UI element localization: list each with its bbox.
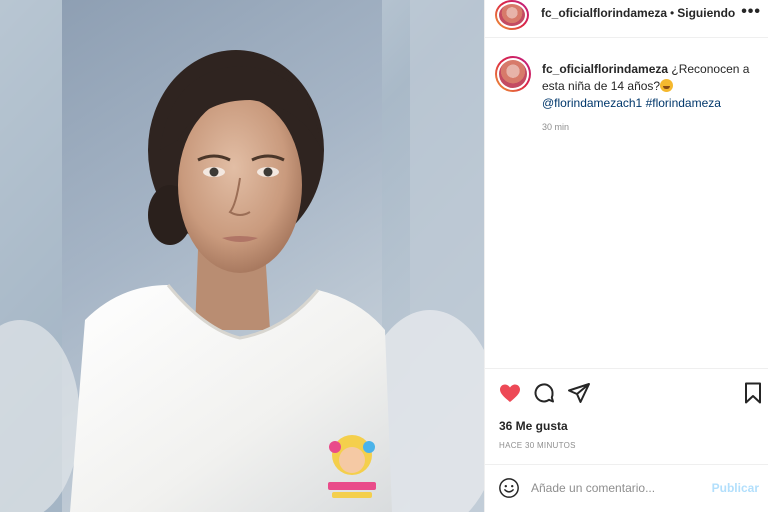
likes-count[interactable]: 36 Me gusta bbox=[499, 419, 568, 433]
mention-link[interactable]: @florindamezach1 bbox=[542, 96, 642, 110]
emoji-icon[interactable] bbox=[498, 477, 520, 499]
smiling-emoji-icon bbox=[660, 79, 674, 92]
caption-time: 30 min bbox=[542, 122, 570, 132]
post-header: fc_oficialflorindameza • Siguiendo ••• bbox=[485, 0, 768, 38]
portrait-photo bbox=[0, 0, 484, 512]
avatar[interactable] bbox=[495, 0, 529, 30]
header-text: fc_oficialflorindameza • Siguiendo bbox=[541, 6, 735, 20]
heart-icon[interactable] bbox=[498, 381, 522, 405]
caption-text: fc_oficialflorindameza ¿Reconocen a esta… bbox=[542, 61, 757, 112]
post-sidebar: fc_oficialflorindameza • Siguiendo ••• fc_… bbox=[484, 0, 768, 512]
comment-icon[interactable] bbox=[532, 381, 556, 405]
post-photo[interactable] bbox=[0, 0, 484, 512]
bookmark-icon[interactable] bbox=[741, 381, 765, 405]
more-options-icon[interactable]: ••• bbox=[741, 3, 761, 21]
header-username[interactable]: fc_oficialflorindameza bbox=[541, 6, 667, 20]
caption-avatar[interactable] bbox=[495, 56, 531, 92]
hashtag-link[interactable]: #florindameza bbox=[646, 96, 721, 110]
comment-input[interactable] bbox=[531, 478, 701, 498]
instagram-post: fc_oficialflorindameza • Siguiendo ••• fc_… bbox=[0, 0, 768, 512]
publish-button[interactable]: Publicar bbox=[712, 481, 759, 495]
action-bar: 36 Me gusta HACE 30 MINUTOS bbox=[485, 368, 768, 464]
comment-bar: Publicar bbox=[485, 464, 768, 512]
share-icon[interactable] bbox=[567, 381, 591, 405]
caption-username[interactable]: fc_oficialflorindameza bbox=[542, 62, 668, 76]
header-separator: • bbox=[670, 6, 675, 20]
following-button[interactable]: Siguiendo bbox=[677, 6, 735, 20]
posted-time: HACE 30 MINUTOS bbox=[499, 441, 576, 450]
